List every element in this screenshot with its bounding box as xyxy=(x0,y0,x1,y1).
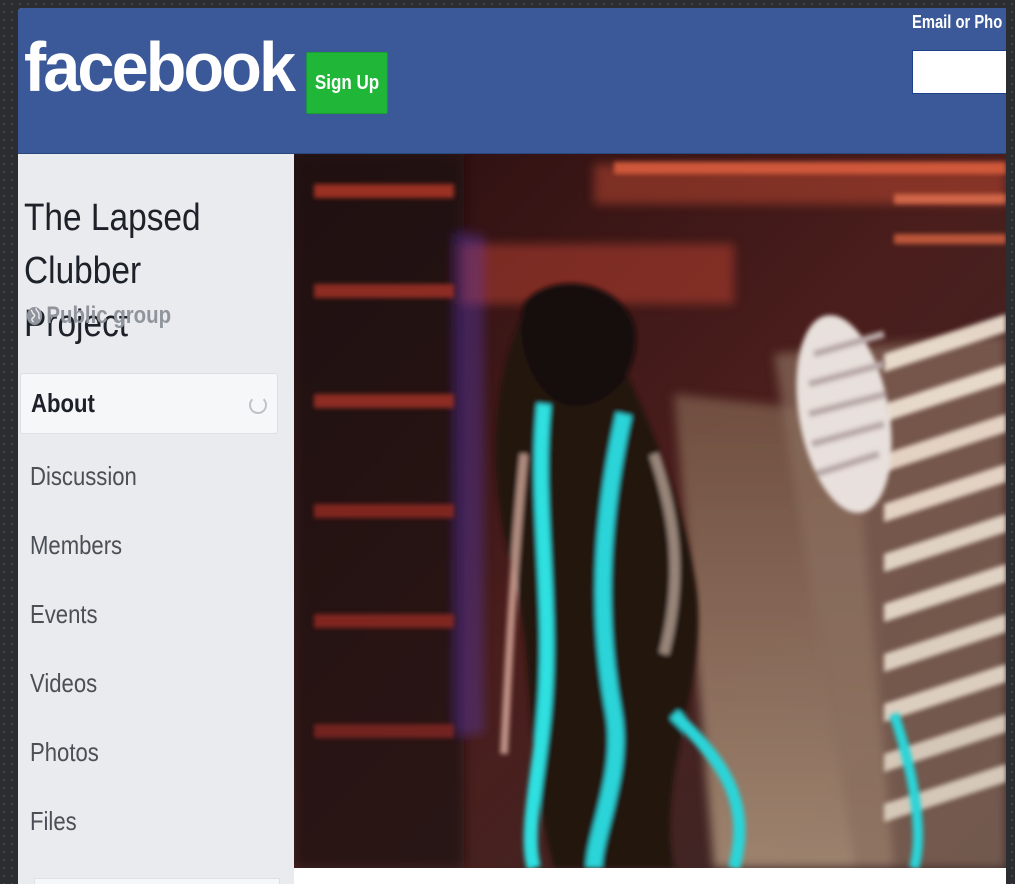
nav-item-label: About xyxy=(31,388,95,418)
email-or-phone-label: Email or Pho xyxy=(912,12,1003,32)
sign-up-button[interactable]: Sign Up xyxy=(306,52,388,114)
nav-item-label: Files xyxy=(30,806,77,836)
globe-icon xyxy=(26,307,43,325)
group-privacy: Public group xyxy=(26,302,171,330)
cover-photo-image xyxy=(294,154,1006,868)
nav-item-label: Photos xyxy=(30,737,99,767)
group-sidebar: The Lapsed Clubber Project Public group … xyxy=(18,154,294,884)
group-privacy-label: Public group xyxy=(46,302,172,329)
facebook-logo[interactable]: facebook xyxy=(24,32,296,102)
nav-item-videos[interactable]: Videos xyxy=(18,649,294,718)
nav-item-members[interactable]: Members xyxy=(18,511,294,580)
group-cover-photo[interactable] xyxy=(294,154,1006,868)
nav-item-label: Events xyxy=(30,599,98,629)
nav-item-photos[interactable]: Photos xyxy=(18,718,294,787)
top-bar: facebook Sign Up Email or Pho xyxy=(18,8,1006,154)
nav-item-about[interactable]: About xyxy=(20,373,278,434)
browser-viewport: facebook Sign Up Email or Pho The Lapsed… xyxy=(18,8,1006,884)
nav-item-discussion[interactable]: Discussion xyxy=(18,442,294,511)
nav-item-events[interactable]: Events xyxy=(18,580,294,649)
group-nav: About Discussion Members Events Videos P… xyxy=(18,373,294,856)
nav-item-label: Videos xyxy=(30,668,98,698)
sidebar-bottom-panel xyxy=(34,878,280,884)
content-area xyxy=(294,868,1006,884)
nav-item-label: Discussion xyxy=(30,461,137,491)
spinner-icon xyxy=(249,396,267,414)
nav-item-files[interactable]: Files xyxy=(18,787,294,856)
email-or-phone-input[interactable] xyxy=(912,50,1006,94)
nav-item-label: Members xyxy=(30,530,123,560)
